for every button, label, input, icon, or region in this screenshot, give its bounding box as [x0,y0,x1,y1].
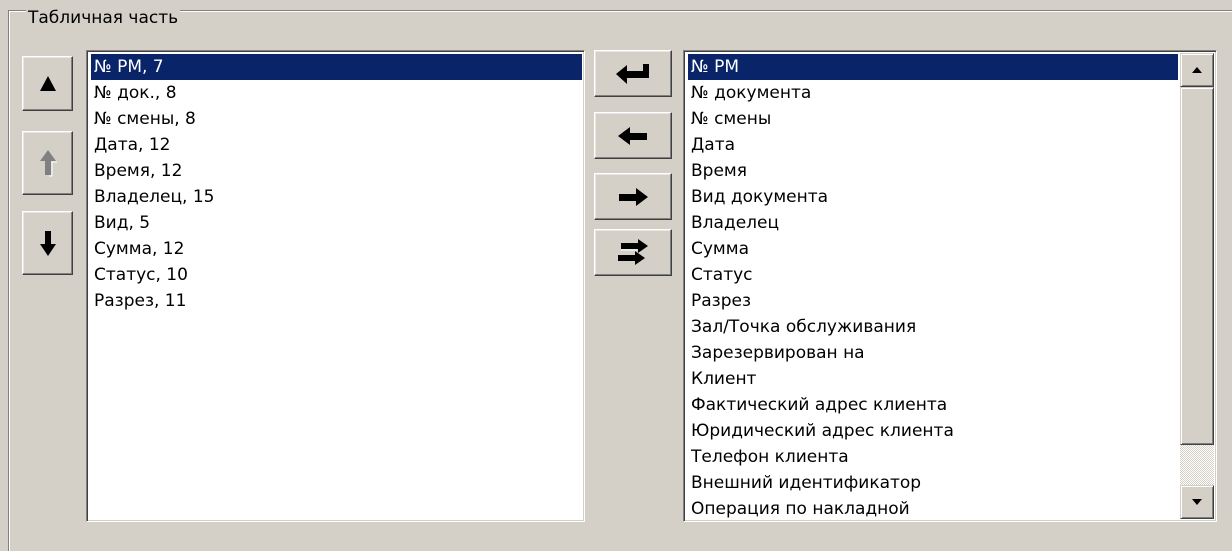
arrow-down-icon [39,231,56,256]
add-column-button[interactable] [594,173,672,220]
list-item[interactable]: № документа [688,80,1178,106]
scroll-up-arrow-icon [1192,67,1202,73]
list-item[interactable]: Разрез [688,288,1178,314]
groupbox-title: Табличная часть [26,8,181,28]
swap-columns-button[interactable] [594,229,672,276]
move-up-button[interactable] [22,56,73,111]
list-item[interactable]: Операция по накладной [688,496,1178,521]
list-item[interactable]: Зал/Точка обслуживания [688,314,1178,340]
list-item[interactable]: Вид документа [688,184,1178,210]
list-item[interactable]: Телефон клиента [688,444,1178,470]
list-item[interactable]: Статус, 10 [91,262,582,288]
swap-arrows-icon [618,238,648,265]
list-item[interactable]: Дата, 12 [91,132,582,158]
insert-column-button[interactable] [594,50,672,97]
list-item[interactable]: Сумма, 12 [91,236,582,262]
move-down-button[interactable] [22,211,73,275]
scroll-up-button[interactable] [1180,53,1214,87]
list-item[interactable]: Фактический адрес клиента [688,392,1178,418]
list-item[interactable]: Клиент [688,366,1178,392]
list-item[interactable]: Время, 12 [91,158,582,184]
arrow-up-disabled-icon [39,150,57,177]
list-item[interactable]: Владелец, 15 [91,184,582,210]
vertical-scrollbar[interactable] [1180,53,1214,519]
list-item[interactable]: Разрез, 11 [91,288,582,314]
enter-arrow-icon [616,63,649,84]
move-up-step-button[interactable] [22,131,73,195]
scroll-down-button[interactable] [1180,485,1214,519]
arrow-left-icon [618,126,647,145]
selected-columns-items: № РМ, 7 № док., 8 № смены, 8 Дата, 12 Время,… [91,54,582,314]
selected-columns-list[interactable]: № РМ, 7 № док., 8 № смены, 8 Дата, 12 Время,… [86,50,585,522]
list-item[interactable]: Зарезервирован на [688,340,1178,366]
list-item[interactable]: № РМ [688,54,1178,80]
scrollbar-thumb[interactable] [1180,87,1214,445]
list-item[interactable]: Юридический адрес клиента [688,418,1178,444]
list-item[interactable]: Вид, 5 [91,210,582,236]
list-item[interactable]: Дата [688,132,1178,158]
remove-column-button[interactable] [594,112,672,159]
arrow-up-icon [39,75,56,91]
list-item[interactable]: Владелец [688,210,1178,236]
list-item[interactable]: Время [688,158,1178,184]
list-item[interactable]: Внешний идентификатор [688,470,1178,496]
available-columns-list[interactable]: № РМ № документа № смены Дата Время Вид докум… [683,50,1217,522]
list-item[interactable]: № смены [688,106,1178,132]
list-item[interactable]: Статус [688,262,1178,288]
available-columns-items: № РМ № документа № смены Дата Время Вид докум… [688,54,1178,521]
list-item[interactable]: № смены, 8 [91,106,582,132]
list-item[interactable]: Сумма [688,236,1178,262]
scrollbar-track[interactable] [1180,445,1214,485]
list-item[interactable]: № док., 8 [91,80,582,106]
arrow-right-icon [619,187,648,206]
scroll-down-arrow-icon [1192,499,1202,505]
list-item[interactable]: № РМ, 7 [91,54,582,80]
